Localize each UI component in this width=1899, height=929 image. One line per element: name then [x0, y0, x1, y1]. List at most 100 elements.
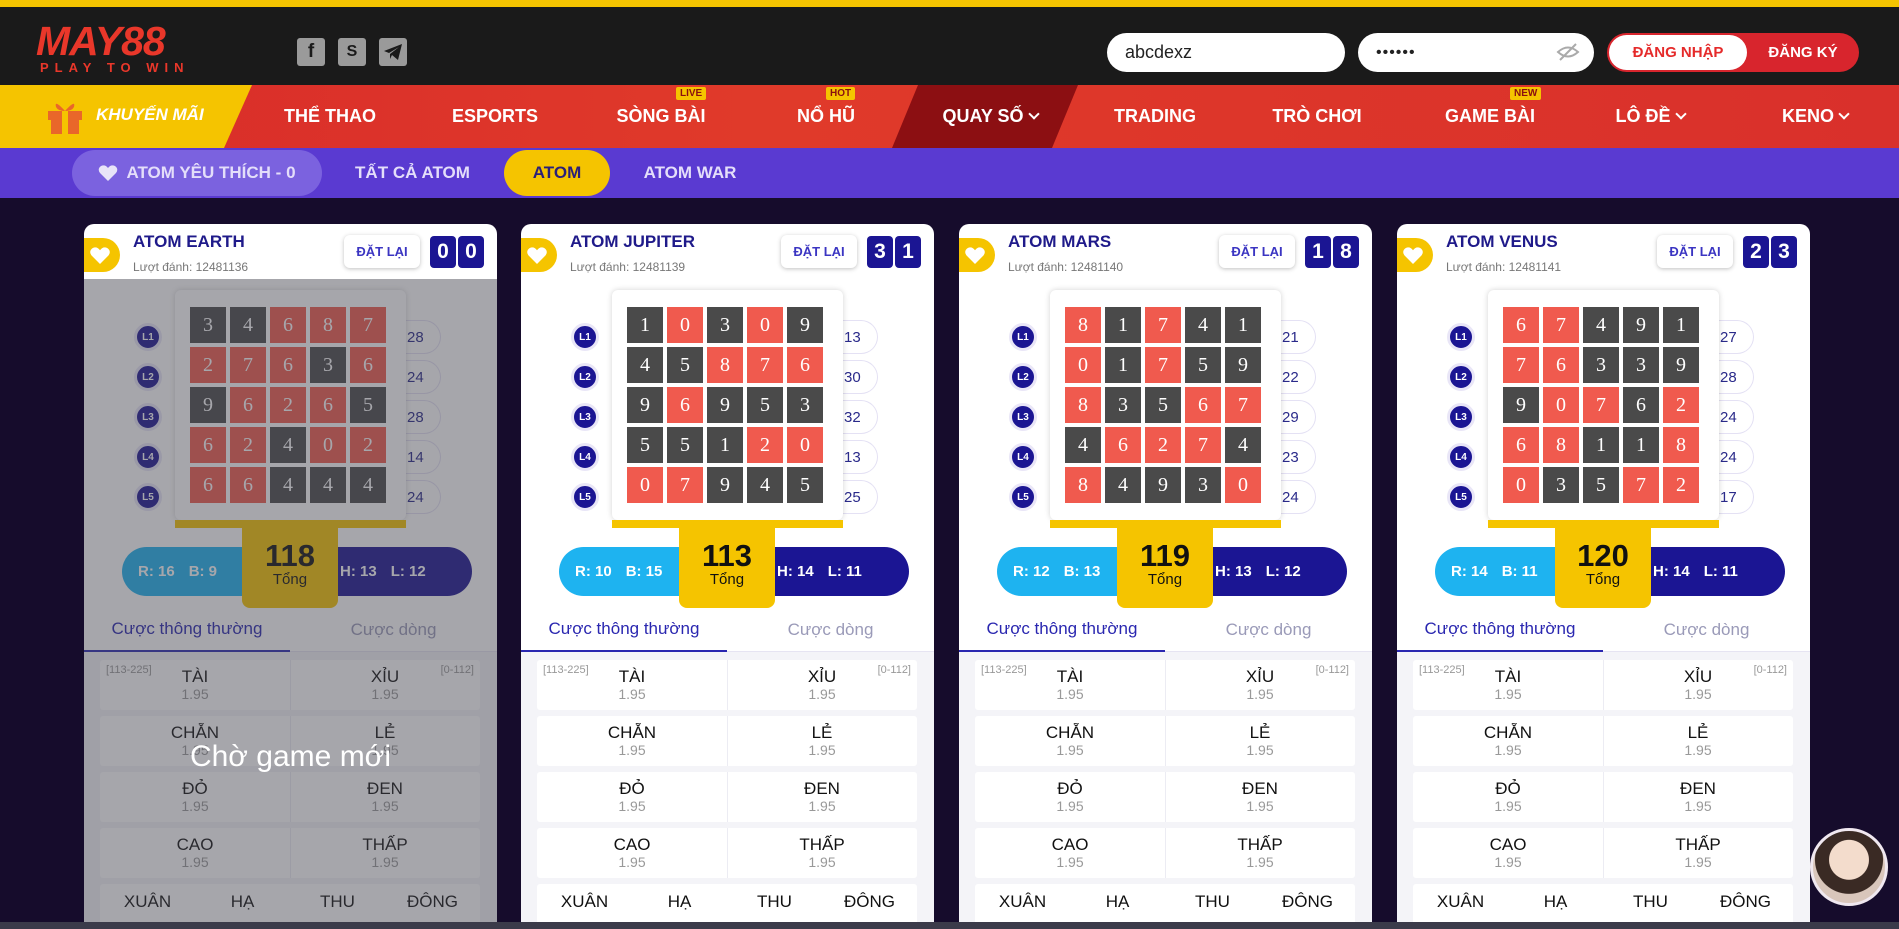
tab-line-bet[interactable]: Cược dòng: [1165, 608, 1372, 652]
grid-cell: 5: [787, 467, 823, 503]
tab-normal-bet[interactable]: Cược thông thường: [521, 608, 727, 652]
nav-item-esports[interactable]: ESPORTS: [440, 85, 550, 148]
bet-option[interactable]: XỈU 1.95: [727, 660, 917, 710]
bet-option[interactable]: THẤP 1.95: [727, 828, 917, 878]
telegram-icon[interactable]: [379, 38, 407, 66]
number-grid: 8174101759835674627484930: [1050, 290, 1281, 520]
support-avatar[interactable]: [1810, 828, 1888, 906]
bet-option[interactable]: TÀI 1.95: [537, 660, 727, 710]
bet-name: ĐỎ: [1495, 779, 1521, 798]
grid-cell: 2: [1663, 467, 1699, 503]
bet-option[interactable]: XỈU 1.95: [1603, 660, 1793, 710]
bet-name: XỈU: [1683, 667, 1713, 686]
tab-line-bet[interactable]: Cược dòng: [727, 608, 934, 652]
grid-cell: 1: [707, 427, 743, 463]
row-label: L2: [571, 363, 599, 391]
nav-item-keno[interactable]: KENO: [1770, 85, 1860, 148]
bet-option[interactable]: TÀI 1.95: [975, 660, 1165, 710]
tab-atom[interactable]: ATOM: [504, 150, 610, 196]
bet-option[interactable]: ĐỎ 1.95: [1413, 772, 1603, 822]
bet-option[interactable]: LẺ 1.95: [1603, 716, 1793, 766]
bet-row: [113-225] [0-112] TÀI 1.95 XỈU 1.95: [537, 660, 917, 710]
nav-item-quay-so[interactable]: QUAY SỐ: [930, 85, 1050, 148]
low-count: L: 11: [827, 563, 862, 580]
row-label: L2: [1447, 363, 1475, 391]
nav-item-song-bai[interactable]: SÒNG BÀI LIVE: [606, 85, 716, 148]
bet-option[interactable]: CAO 1.95: [975, 828, 1165, 878]
bet-option[interactable]: THẤP 1.95: [1165, 828, 1355, 878]
reset-button[interactable]: ĐẶT LẠI: [344, 235, 420, 268]
logo[interactable]: MAY88 PLAY TO WIN: [36, 21, 216, 77]
logo-slogan: PLAY TO WIN: [40, 60, 190, 75]
grid-cell: 2: [1663, 387, 1699, 423]
tab-all-atom[interactable]: TẤT CẢ ATOM: [345, 150, 480, 196]
bet-option[interactable]: CAO 1.95: [1413, 828, 1603, 878]
row-label: L4: [1447, 443, 1475, 471]
bet-option[interactable]: LẺ 1.95: [727, 716, 917, 766]
bet-option[interactable]: ĐEN 1.95: [1603, 772, 1793, 822]
favorite-heart-icon[interactable]: [84, 238, 120, 272]
bet-option[interactable]: CHẴN 1.95: [975, 716, 1165, 766]
username-input[interactable]: abcdexz: [1107, 33, 1345, 72]
promo-link[interactable]: KHUYẾN MÃI: [0, 85, 252, 148]
nav-label: LÔ ĐỀ: [1615, 106, 1671, 126]
grid-cell: 4: [1065, 427, 1101, 463]
result-digit: 0: [430, 236, 456, 268]
grid-cell: 0: [667, 307, 703, 343]
bet-option[interactable]: XỈU 1.95: [1165, 660, 1355, 710]
row-label: L5: [1009, 483, 1037, 511]
grid-cell: 6: [1623, 387, 1659, 423]
grid-cell: 1: [1105, 307, 1141, 343]
nav-item-game-bai[interactable]: GAME BÀI NEW: [1430, 85, 1550, 148]
tab-normal-bet[interactable]: Cược thông thường: [1397, 608, 1603, 652]
row-label: L5: [1447, 483, 1475, 511]
card-title: ATOM EARTH: [133, 232, 245, 251]
bet-option[interactable]: CAO 1.95: [537, 828, 727, 878]
login-button[interactable]: ĐĂNG NHẬP: [1609, 35, 1747, 70]
nav-item-no-hu[interactable]: NỔ HŨ HOT: [776, 85, 876, 148]
season-name: XUÂN: [560, 892, 609, 911]
reset-button[interactable]: ĐẶT LẠI: [1219, 235, 1295, 268]
tab-favorite[interactable]: ATOM YÊU THÍCH - 0: [72, 150, 322, 196]
bet-option[interactable]: CHẴN 1.95: [1413, 716, 1603, 766]
game-card: ATOM VENUS Lượt đánh: 12481141 ĐẶT LẠI 2 3 27…: [1397, 224, 1810, 929]
season-name: ĐÔNG: [1720, 892, 1771, 911]
bet-option[interactable]: ĐEN 1.95: [727, 772, 917, 822]
password-input[interactable]: ••••••: [1358, 33, 1594, 72]
grid-cell: 0: [627, 467, 663, 503]
tab-line-bet[interactable]: Cược dòng: [1603, 608, 1810, 652]
grid-base-bar: [1488, 520, 1719, 528]
bet-odds: 1.95: [1684, 798, 1712, 814]
reset-button[interactable]: ĐẶT LẠI: [1657, 235, 1733, 268]
register-button[interactable]: ĐĂNG KÝ: [1747, 33, 1859, 72]
header: MAY88 PLAY TO WIN f S abcdexz •••••• ĐĂN…: [0, 7, 1899, 85]
favorite-heart-icon[interactable]: [521, 238, 557, 272]
nav-item-tro-choi[interactable]: TRÒ CHƠI: [1262, 85, 1372, 148]
eye-off-icon[interactable]: [1556, 42, 1580, 62]
total-label: Tổng: [1585, 571, 1621, 588]
bet-option[interactable]: ĐỎ 1.95: [537, 772, 727, 822]
high-count: H: 14: [1653, 563, 1690, 580]
bet-option[interactable]: THẤP 1.95: [1603, 828, 1793, 878]
bet-option[interactable]: CHẴN 1.95: [537, 716, 727, 766]
card-turn: Lượt đánh: 12481140: [1008, 260, 1124, 274]
tab-normal-bet[interactable]: Cược thông thường: [959, 608, 1165, 652]
favorite-heart-icon[interactable]: [1397, 238, 1433, 272]
bet-option[interactable]: ĐEN 1.95: [1165, 772, 1355, 822]
bet-option[interactable]: TÀI 1.95: [1413, 660, 1603, 710]
skype-icon[interactable]: S: [338, 38, 366, 66]
bet-option[interactable]: LẺ 1.95: [1165, 716, 1355, 766]
nav-item-trading[interactable]: TRADING: [1100, 85, 1210, 148]
nav-item-the-thao[interactable]: THỂ THAO: [270, 85, 390, 148]
favorite-heart-icon[interactable]: [959, 238, 995, 272]
nav-item-lo-de[interactable]: LÔ ĐỀ: [1600, 85, 1700, 148]
grid-cell: 7: [1225, 387, 1261, 423]
black-count: B: 15: [625, 563, 663, 580]
grid-cell: 0: [1065, 347, 1101, 383]
facebook-icon[interactable]: f: [297, 38, 325, 66]
nav-label: ESPORTS: [451, 106, 539, 126]
tab-atom-war[interactable]: ATOM WAR: [635, 150, 745, 196]
reset-button[interactable]: ĐẶT LẠI: [781, 235, 857, 268]
bet-option[interactable]: ĐỎ 1.95: [975, 772, 1165, 822]
grid-cell: 9: [1225, 347, 1261, 383]
